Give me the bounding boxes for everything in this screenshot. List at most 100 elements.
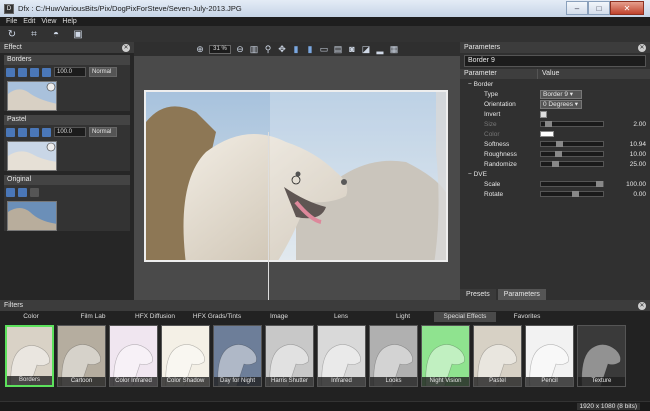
filter-thumbnail[interactable]: Looks	[369, 325, 418, 387]
split-view-icon[interactable]: ▮	[291, 44, 301, 54]
layer-lightning-icon[interactable]	[42, 67, 51, 77]
zoom-in-icon[interactable]: ⊕	[195, 44, 205, 54]
preview-image[interactable]	[144, 90, 448, 262]
filter-thumbnail[interactable]: Color Infrared	[109, 325, 158, 387]
layer-original[interactable]: Original	[4, 175, 130, 231]
grid-icon[interactable]: ▦	[389, 44, 399, 54]
parameter-slider[interactable]	[540, 181, 604, 187]
filter-thumbnail[interactable]: Cartoon	[57, 325, 106, 387]
single-view-icon[interactable]: ▭	[319, 44, 329, 54]
filter-category-tab[interactable]: Light	[372, 312, 434, 322]
layer-blend-select[interactable]: Normal	[89, 127, 117, 137]
filter-category-tab[interactable]: Film Lab	[62, 312, 124, 322]
zoom-out-icon[interactable]: ⊖	[235, 44, 245, 54]
side-by-side-icon[interactable]: ▮	[305, 44, 315, 54]
snapshot-icon[interactable]: ◙	[347, 44, 357, 54]
maximize-button[interactable]: □	[588, 1, 610, 15]
parameter-slider[interactable]	[540, 151, 604, 157]
fit-icon[interactable]: ▥	[249, 44, 259, 54]
parameter-group[interactable]: − DVE	[460, 169, 650, 179]
menu-edit[interactable]: Edit	[23, 17, 35, 26]
filter-category-tab[interactable]: Image	[248, 312, 310, 322]
filter-thumbnail[interactable]: Day for Night	[213, 325, 262, 387]
layer-lightning-icon[interactable]	[42, 127, 51, 137]
tab-presets[interactable]: Presets	[460, 289, 496, 300]
color-swatch[interactable]	[540, 131, 554, 137]
parameter-value[interactable]: 10.94	[604, 141, 646, 148]
filter-category-tab[interactable]: Special Effects	[434, 312, 496, 322]
filter-thumbnail[interactable]: Night Vision	[421, 325, 470, 387]
parameter-slider[interactable]	[540, 161, 604, 167]
close-parameters-icon[interactable]: ✕	[638, 43, 646, 52]
parameter-slider[interactable]	[540, 141, 604, 147]
slider-thumb[interactable]	[595, 181, 603, 187]
layer-visible-icon[interactable]	[30, 67, 39, 77]
preset-name-field[interactable]: Border 9	[464, 55, 646, 67]
close-button[interactable]: ✕	[610, 1, 644, 15]
layer-menu-icon[interactable]	[6, 127, 15, 137]
menu-help[interactable]: Help	[62, 17, 76, 26]
histogram-icon[interactable]: ▂	[375, 44, 385, 54]
parameter-value[interactable]: 100.00	[604, 181, 646, 188]
mask-icon[interactable]: ◓	[50, 28, 62, 40]
reset-icon[interactable]: ↻	[6, 28, 18, 40]
layer-menu-icon[interactable]	[6, 67, 15, 77]
layer-visible-icon[interactable]	[18, 187, 27, 197]
filter-category-tab[interactable]: Color	[0, 312, 62, 322]
filter-category-tab[interactable]: Favorites	[496, 312, 558, 322]
parameter-checkbox[interactable]	[540, 110, 547, 118]
filter-category-tab[interactable]: HFX Diffusion	[124, 312, 186, 322]
layer-thumbnail[interactable]	[7, 141, 57, 171]
parameter-value[interactable]: 2.00	[604, 121, 646, 128]
parameter-slider[interactable]	[540, 121, 604, 127]
slider-thumb[interactable]	[552, 161, 560, 167]
close-effect-panel-icon[interactable]: ✕	[122, 43, 130, 52]
minimize-button[interactable]: –	[566, 1, 588, 15]
layer-opacity-input[interactable]: 100.0	[54, 127, 86, 137]
parameter-value[interactable]: 10.00	[604, 151, 646, 158]
parameter-value[interactable]: 25.00	[604, 161, 646, 168]
layer-thumbnail[interactable]	[7, 81, 57, 111]
parameter-group[interactable]: − Border	[460, 79, 650, 89]
parameter-slider[interactable]	[540, 191, 604, 197]
layer-pastel[interactable]: Pastel 100.0 Normal	[4, 115, 130, 171]
slider-thumb[interactable]	[572, 191, 579, 197]
pan-icon[interactable]: ✥	[277, 44, 287, 54]
layer-mask-icon[interactable]	[18, 127, 27, 137]
filter-thumbnail[interactable]: Borders	[5, 325, 54, 387]
layer-thumbnail[interactable]	[7, 201, 57, 231]
layer-mask-icon[interactable]	[30, 187, 39, 197]
layer-mask-icon[interactable]	[18, 67, 27, 77]
slider-thumb[interactable]	[544, 121, 552, 127]
slider-thumb[interactable]	[554, 151, 562, 157]
close-filters-icon[interactable]: ✕	[638, 301, 646, 310]
layer-visible-icon[interactable]	[30, 127, 39, 137]
split-divider[interactable]	[268, 132, 269, 308]
layer-blend-select[interactable]: Normal	[89, 67, 117, 77]
layer-borders[interactable]: Borders 100.0 Normal	[4, 55, 130, 111]
crop-icon[interactable]: ⌗	[28, 28, 40, 40]
zoom-level-input[interactable]: 31 %	[209, 44, 231, 54]
parameter-dropdown[interactable]: Border 9 ▾	[540, 89, 582, 99]
filter-thumbnail[interactable]: Harris Shutter	[265, 325, 314, 387]
slider-thumb[interactable]	[555, 141, 563, 147]
tab-parameters[interactable]: Parameters	[497, 289, 546, 300]
parameter-value[interactable]: 0.00	[604, 191, 646, 198]
magnify-icon[interactable]: ⚲	[263, 44, 273, 54]
filter-category-tab[interactable]: Lens	[310, 312, 372, 322]
mask-view-icon[interactable]: ◪	[361, 44, 371, 54]
filter-thumbnail[interactable]: Color Shadow	[161, 325, 210, 387]
canvas-area[interactable]: ⊕ 31 % ⊖ ▥ ⚲ ✥ ▮ ▮ ▭ ▤ ◙ ◪ ▂ ▦	[134, 42, 460, 308]
filter-category-tab[interactable]: HFX Grads/Tints	[186, 312, 248, 322]
fit-frame-icon[interactable]: ▣	[72, 28, 84, 40]
layer-menu-icon[interactable]	[6, 187, 15, 197]
filter-thumbnail[interactable]: Infrared	[317, 325, 366, 387]
compare-icon[interactable]: ▤	[333, 44, 343, 54]
filter-thumbnail[interactable]: Texture	[577, 325, 626, 387]
filter-thumbnail[interactable]: Pencil	[525, 325, 574, 387]
filter-thumbnail[interactable]: Pastel	[473, 325, 522, 387]
layer-opacity-input[interactable]: 100.0	[54, 67, 86, 77]
menu-view[interactable]: View	[41, 17, 56, 26]
menu-file[interactable]: File	[6, 17, 17, 26]
parameter-dropdown[interactable]: 0 Degrees ▾	[540, 99, 582, 109]
